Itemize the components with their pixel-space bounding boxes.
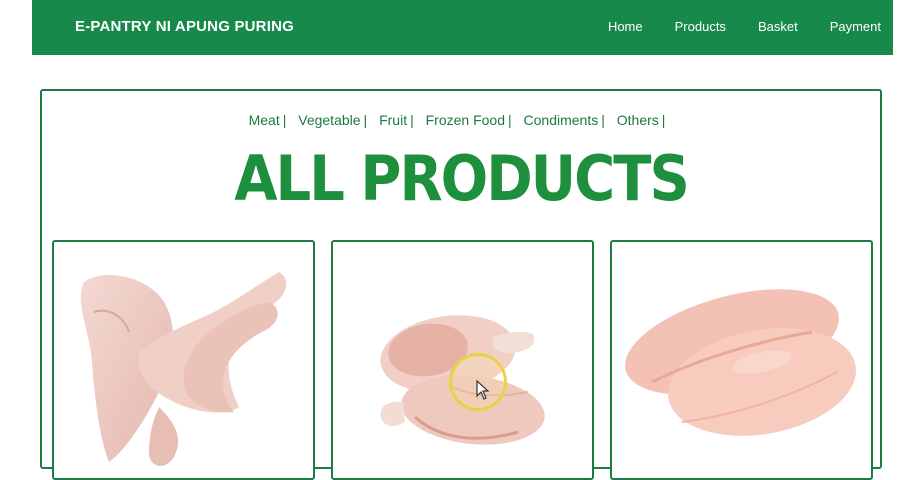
page-title: ALL PRODUCTS — [234, 143, 690, 216]
mouse-cursor-icon — [476, 380, 490, 400]
category-vegetable[interactable]: Vegetable — [298, 112, 360, 128]
category-frozen-food[interactable]: Frozen Food — [426, 112, 505, 128]
main-nav: Home Products Basket Payment — [608, 19, 881, 34]
category-meat[interactable]: Meat — [249, 112, 280, 128]
category-separator: | — [661, 112, 666, 128]
category-condiments[interactable]: Condiments — [524, 112, 599, 128]
category-filter-bar: Meat | Vegetable | Fruit | Frozen Food | Con… — [42, 112, 880, 128]
nav-home[interactable]: Home — [608, 19, 643, 34]
product-card-wings[interactable] — [52, 240, 315, 480]
top-navbar: E-PANTRY NI APUNG PURING Home Products B… — [32, 0, 893, 55]
products-panel: Meat | Vegetable | Fruit | Frozen Food | Con… — [40, 89, 882, 480]
raw-chicken-breast-image — [625, 289, 856, 436]
category-separator: | — [363, 112, 368, 128]
raw-chicken-wings-image — [80, 272, 287, 467]
category-separator: | — [410, 112, 414, 128]
product-card-breast[interactable] — [610, 240, 873, 480]
nav-basket[interactable]: Basket — [758, 19, 798, 34]
brand-name[interactable]: E-PANTRY NI APUNG PURING — [75, 18, 294, 35]
category-others[interactable]: Others — [617, 112, 659, 128]
nav-products[interactable]: Products — [675, 19, 726, 34]
nav-payment[interactable]: Payment — [830, 19, 881, 34]
category-separator: | — [601, 112, 605, 128]
category-fruit[interactable]: Fruit — [379, 112, 407, 128]
category-separator: | — [507, 112, 512, 128]
category-separator: | — [282, 112, 287, 128]
